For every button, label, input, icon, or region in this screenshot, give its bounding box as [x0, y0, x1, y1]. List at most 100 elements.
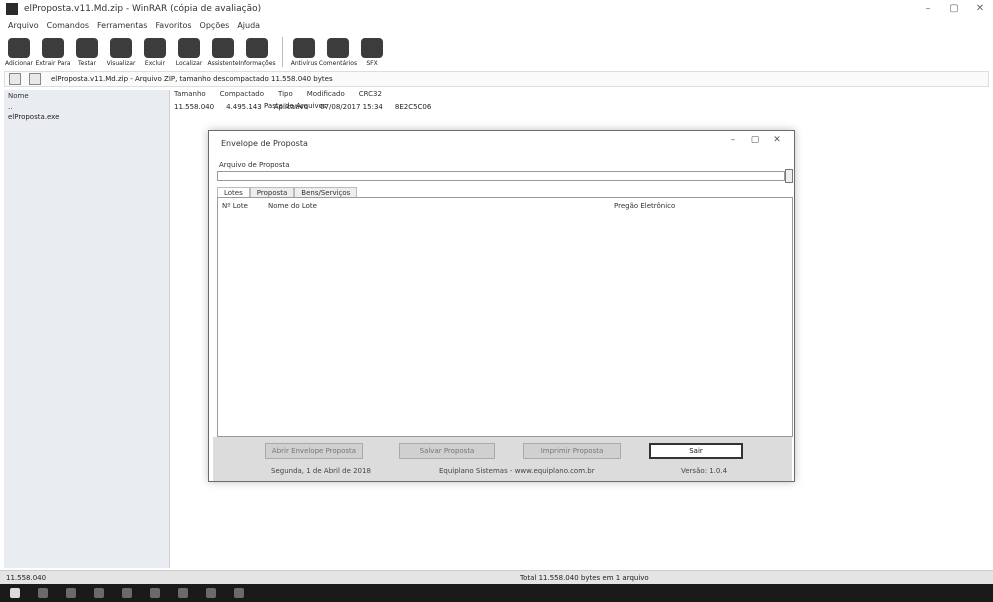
toolbar-label: Localizar	[175, 60, 203, 67]
comment-icon	[327, 38, 349, 58]
menu-arquivo[interactable]: Arquivo	[8, 21, 39, 30]
info-icon	[246, 38, 268, 58]
taskbar-app-icon[interactable]	[178, 588, 188, 598]
app-icon	[6, 3, 18, 15]
dialog-title-bar: Envelope de Proposta	[209, 131, 794, 155]
find-icon	[178, 38, 200, 58]
taskbar-app-icon[interactable]	[234, 588, 244, 598]
taskbar	[0, 584, 993, 602]
name-column-header[interactable]: Nome	[4, 90, 169, 102]
menu-favoritos[interactable]: Favoritos	[155, 21, 191, 30]
dialog-title: Envelope de Proposta	[221, 138, 308, 148]
toolbar-label: Extrair Para	[35, 60, 71, 67]
toolbar-label: Comentários	[318, 60, 358, 67]
toolbar-test-button[interactable]: Testar	[72, 38, 102, 67]
menu-opcoes[interactable]: Opções	[200, 21, 230, 30]
extract-icon	[42, 38, 64, 58]
open-envelope-button[interactable]: Abrir Envelope Proposta	[265, 443, 363, 459]
lots-list-header: Nº Lote Nome do Lote Pregão Eletrônico	[218, 198, 792, 214]
column-lot-name[interactable]: Nome do Lote	[268, 202, 614, 210]
toolbar-label: Antivírus	[290, 60, 318, 67]
test-icon	[76, 38, 98, 58]
toolbar-find-button[interactable]: Localizar	[174, 38, 204, 67]
sfx-icon	[361, 38, 383, 58]
column-size[interactable]: Tamanho	[174, 90, 206, 102]
taskbar-app-icon[interactable]	[94, 588, 104, 598]
view-icon	[110, 38, 132, 58]
column-type[interactable]: Tipo	[278, 90, 293, 102]
toolbar-label: Informações	[238, 60, 276, 67]
maximize-button[interactable]: ▢	[941, 0, 967, 18]
toolbar-sfx-button[interactable]: SFX	[357, 38, 387, 67]
minimize-button[interactable]: –	[915, 0, 941, 18]
wizard-icon	[212, 38, 234, 58]
parent-folder-item[interactable]: ..	[4, 102, 169, 112]
menu-comandos[interactable]: Comandos	[47, 21, 89, 30]
archive-path: elProposta.v11.Md.zip - Arquivo ZIP, tam…	[51, 75, 333, 83]
proposal-file-input[interactable]	[217, 171, 785, 181]
toolbar-comment-button[interactable]: Comentários	[319, 38, 357, 67]
folder-type: Pasta de Arquivos	[264, 102, 327, 110]
add-icon	[8, 38, 30, 58]
folder-row[interactable]: Pasta de Arquivos	[264, 102, 341, 110]
file-size: 11.558.040	[174, 103, 215, 111]
title-bar: elProposta.v11.Md.zip - WinRAR (cópia de…	[0, 0, 993, 18]
archive-icon	[29, 73, 41, 85]
column-packed[interactable]: Compactado	[220, 90, 264, 102]
dialog-close-button[interactable]: ✕	[766, 135, 788, 145]
toolbar-label: SFX	[366, 60, 378, 67]
column-crc[interactable]: CRC32	[359, 90, 382, 102]
status-bar: 11.558.040 Total 11.558.040 bytes em 1 a…	[0, 570, 993, 584]
toolbar-label: Visualizar	[106, 60, 136, 67]
toolbar-delete-button[interactable]: Excluir	[140, 38, 170, 67]
antivirus-icon	[293, 38, 315, 58]
footer-date: Segunda, 1 de Abril de 2018	[271, 467, 371, 475]
menu-ferramentas[interactable]: Ferramentas	[97, 21, 147, 30]
lots-list[interactable]: Nº Lote Nome do Lote Pregão Eletrônico	[217, 197, 793, 437]
toolbar-label: Adicionar	[4, 60, 34, 67]
toolbar-wizard-button[interactable]: Assistente	[207, 38, 239, 67]
app-window: elProposta.v11.Md.zip - WinRAR (cópia de…	[0, 0, 993, 602]
window-title: elProposta.v11.Md.zip - WinRAR (cópia de…	[24, 4, 262, 14]
up-folder-button[interactable]	[9, 73, 21, 85]
print-proposal-button[interactable]: Imprimir Proposta	[523, 443, 621, 459]
status-total: Total 11.558.040 bytes em 1 arquivo	[520, 573, 649, 582]
footer-version: Versão: 1.0.4	[681, 467, 728, 475]
column-modified[interactable]: Modificado	[307, 90, 345, 102]
toolbar-add-button[interactable]: Adicionar	[4, 38, 34, 67]
toolbar-info-button[interactable]: Informações	[238, 38, 276, 67]
dialog-maximize-button[interactable]: ▢	[744, 135, 766, 145]
proposal-dialog: Envelope de Proposta – ▢ ✕ Arquivo de Pr…	[208, 130, 795, 482]
toolbar-label: Testar	[78, 60, 96, 67]
dialog-minimize-button[interactable]: –	[722, 135, 744, 145]
delete-icon	[144, 38, 166, 58]
file-list-header: Tamanho Compactado Tipo Modificado CRC32	[174, 90, 396, 102]
search-icon[interactable]	[38, 588, 48, 598]
address-bar: elProposta.v11.Md.zip - Arquivo ZIP, tam…	[4, 71, 989, 87]
column-lot-number[interactable]: Nº Lote	[222, 202, 268, 210]
column-auction[interactable]: Pregão Eletrônico	[614, 202, 675, 210]
footer-company: Equiplano Sistemas - www.equiplano.com.b…	[439, 467, 595, 475]
toolbar-label: Assistente	[207, 60, 239, 67]
save-proposal-button[interactable]: Salvar Proposta	[399, 443, 495, 459]
file-crc: 8E2C5C06	[394, 103, 432, 111]
taskbar-app-icon[interactable]	[122, 588, 132, 598]
file-item[interactable]: elProposta.exe	[4, 112, 169, 122]
taskbar-app-icon[interactable]	[150, 588, 160, 598]
toolbar: Adicionar Extrair Para Testar Visualizar…	[4, 33, 391, 67]
file-tree-panel: Nome .. elProposta.exe	[4, 90, 170, 568]
toolbar-extract-button[interactable]: Extrair Para	[35, 38, 71, 67]
menu-ajuda[interactable]: Ajuda	[237, 21, 260, 30]
toolbar-separator	[282, 37, 283, 67]
toolbar-label: Excluir	[144, 60, 166, 67]
start-icon[interactable]	[10, 588, 20, 598]
browse-button[interactable]	[785, 169, 793, 183]
close-button[interactable]: ✕	[967, 0, 993, 18]
task-view-icon[interactable]	[66, 588, 76, 598]
menu-bar: Arquivo Comandos Ferramentas Favoritos O…	[0, 18, 993, 32]
file-packed: 4.495.143	[226, 103, 262, 111]
toolbar-view-button[interactable]: Visualizar	[106, 38, 136, 67]
toolbar-antivirus-button[interactable]: Antivírus	[289, 38, 319, 67]
exit-button[interactable]: Sair	[649, 443, 743, 459]
taskbar-app-icon[interactable]	[206, 588, 216, 598]
